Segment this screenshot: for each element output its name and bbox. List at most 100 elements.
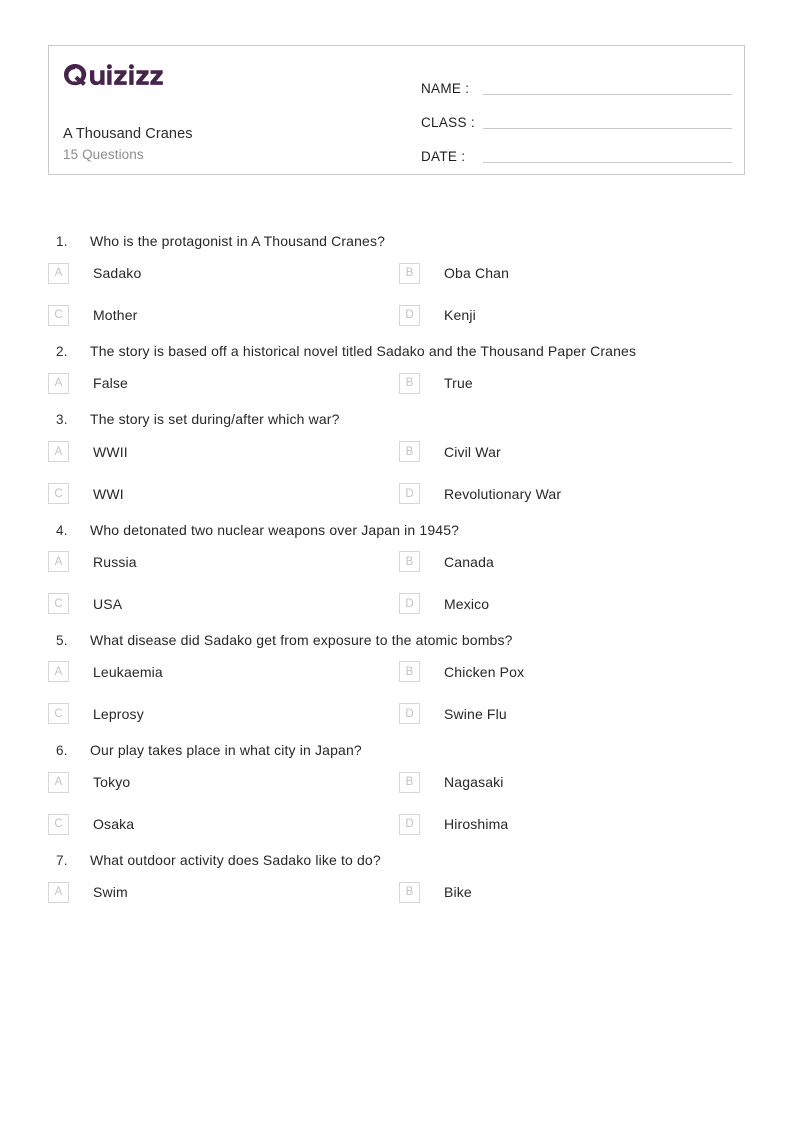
answer-option[interactable]: B Oba Chan [399,262,794,284]
option-letter-box[interactable]: C [48,483,69,505]
name-field-label: NAME : [421,81,470,96]
option-letter-box[interactable]: B [399,881,420,903]
answer-option[interactable]: C Osaka [48,813,399,835]
answer-option[interactable]: A False [48,372,399,394]
option-label: Revolutionary War [444,485,562,502]
answer-option[interactable]: B True [399,372,794,394]
answer-option[interactable]: A Sadako [48,262,399,284]
option-label: Russia [93,553,137,570]
option-letter-box[interactable]: C [48,703,69,725]
quizizz-logo [63,63,163,87]
date-field-input[interactable] [483,161,732,163]
question-text: What disease did Sadako get from exposur… [90,631,513,648]
option-label: Nagasaki [444,774,504,791]
answer-options: A Sadako B Oba Chan C Mother D Kenji [0,262,794,326]
question-block: 2. The story is based off a historical no… [0,342,794,394]
option-label: WWI [93,485,124,502]
question-number: 1. [56,234,68,249]
answer-option[interactable]: C WWI [48,483,399,505]
answer-option[interactable]: D Mexico [399,593,794,615]
question-header: 2. The story is based off a historical no… [0,342,794,360]
question-header: 5. What disease did Sadako get from expos… [0,631,794,649]
option-letter-box[interactable]: A [48,771,69,793]
answer-option[interactable]: B Canada [399,551,794,573]
option-letter-box[interactable]: B [399,551,420,573]
question-block: 6. Our play takes place in what city in J… [0,741,794,835]
option-label: Tokyo [93,774,131,791]
class-field-label: CLASS : [421,115,475,130]
question-number: 5. [56,632,68,648]
question-number: 6. [56,742,68,758]
answer-option[interactable]: A Swim [48,881,399,903]
question-number: 3. [56,412,68,428]
answer-option[interactable]: C Mother [48,304,399,326]
name-field-input[interactable] [483,93,732,95]
answer-option[interactable]: A Leukaemia [48,661,399,683]
option-letter-box[interactable]: B [399,262,420,284]
answer-option[interactable]: A Russia [48,551,399,573]
answer-option[interactable]: D Kenji [399,304,794,326]
question-block: 3. The story is set during/after which wa… [0,410,794,505]
answer-options: A Leukaemia B Chicken Pox C Leprosy D Swine Flu [0,661,794,725]
option-label: Osaka [93,816,135,833]
question-block: 1. Who is the protagonist in A Thousand C… [0,232,794,326]
option-letter-box[interactable]: A [48,262,69,284]
question-header: 4. Who detonated two nuclear weapons over… [0,521,794,539]
option-letter-box[interactable]: D [399,593,420,615]
option-label: Swine Flu [444,705,507,722]
answer-option[interactable]: D Hiroshima [399,813,794,835]
option-letter-box[interactable]: B [399,661,420,683]
quizizz-logo-icon [64,64,163,86]
option-letter-box[interactable]: B [399,372,420,394]
option-label: Oba Chan [444,265,510,282]
option-letter-box[interactable]: D [399,483,420,505]
answer-option[interactable]: A Tokyo [48,771,399,793]
answer-option[interactable]: B Bike [399,881,794,903]
answer-option[interactable]: C USA [48,593,399,615]
question-text: Who is the protagonist in A Thousand Cra… [90,233,386,249]
option-label: Leukaemia [93,663,163,680]
option-letter-box[interactable]: C [48,813,69,835]
option-label: Leprosy [93,705,144,722]
option-letter-box[interactable]: C [48,593,69,615]
option-letter-box[interactable]: D [399,813,420,835]
option-label: True [444,375,473,392]
question-number: 2. [56,344,68,360]
question-header: 7. What outdoor activity does Sadako like… [0,851,794,869]
option-label: Kenji [444,307,476,324]
date-field-label: DATE : [421,149,466,164]
header-left-panel: A Thousand Cranes 15 Questions [49,46,411,174]
option-letter-box[interactable]: B [399,771,420,793]
option-letter-box[interactable]: A [48,881,69,903]
option-label: Sadako [93,265,142,282]
question-header: 3. The story is set during/after which wa… [0,410,794,428]
option-letter-box[interactable]: A [48,661,69,683]
question-text: The story is set during/after which war? [90,411,340,428]
answer-option[interactable]: D Swine Flu [399,703,794,725]
class-field-input[interactable] [483,127,732,129]
quiz-title: A Thousand Cranes [63,126,193,142]
question-block: 7. What outdoor activity does Sadako like… [0,851,794,903]
answer-option[interactable]: D Revolutionary War [399,483,794,505]
option-label: Hiroshima [444,816,509,833]
answer-option[interactable]: C Leprosy [48,703,399,725]
question-number: 7. [56,853,68,869]
option-letter-box[interactable]: D [399,703,420,725]
option-label: Canada [444,553,494,570]
question-text: Who detonated two nuclear weapons over J… [90,521,460,538]
option-letter-box[interactable]: B [399,441,420,463]
option-letter-box[interactable]: A [48,441,69,463]
answer-option[interactable]: B Nagasaki [399,771,794,793]
answer-option[interactable]: A WWII [48,441,399,463]
answer-option[interactable]: B Civil War [399,441,794,463]
name-field-row: NAME : [411,64,744,98]
option-letter-box[interactable]: A [48,551,69,573]
answer-option[interactable]: B Chicken Pox [399,661,794,683]
option-label: False [93,375,128,392]
quiz-question-count: 15 Questions [63,147,144,162]
question-text: Our play takes place in what city in Jap… [90,741,362,758]
worksheet-header-card: A Thousand Cranes 15 Questions NAME : CL… [48,45,745,175]
option-letter-box[interactable]: D [399,304,420,326]
option-letter-box[interactable]: C [48,304,69,326]
option-letter-box[interactable]: A [48,372,69,394]
